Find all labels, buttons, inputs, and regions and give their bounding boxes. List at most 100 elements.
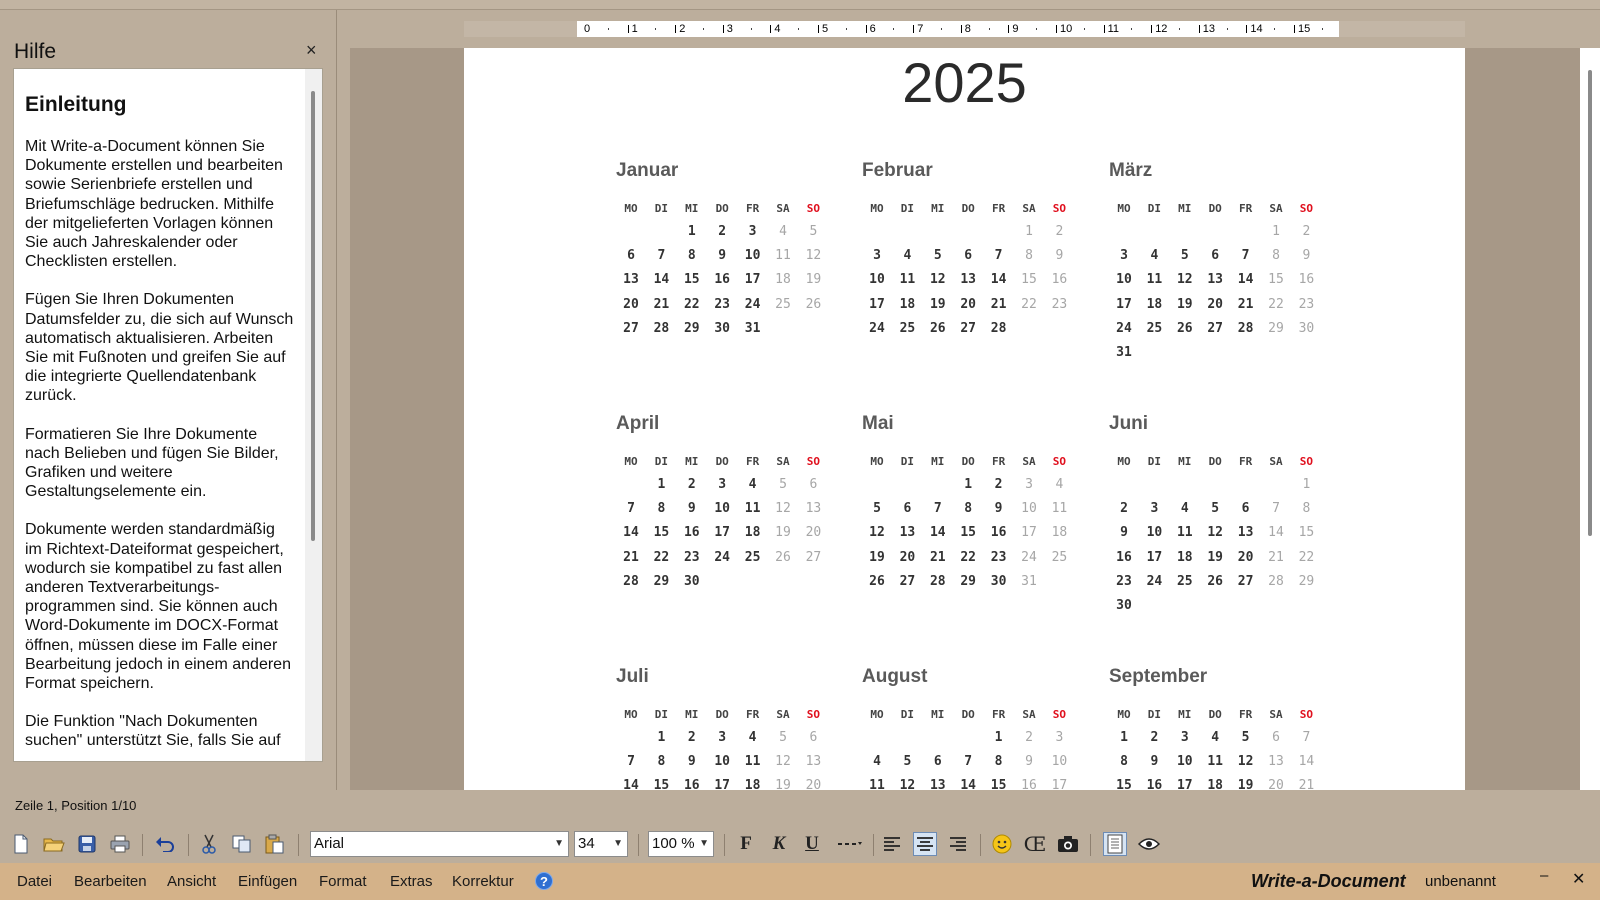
menu-korrektur[interactable]: Korrektur (452, 873, 514, 890)
align-right-icon[interactable] (946, 832, 970, 856)
weekday-label: SO (1299, 202, 1314, 215)
paste-icon[interactable] (263, 832, 287, 856)
help-icon[interactable]: ? (535, 872, 553, 890)
weekday-label: FR (1238, 202, 1253, 215)
menu-format[interactable]: Format (319, 873, 367, 890)
bold-button[interactable]: F (734, 832, 758, 856)
calendar-day: 12 (1237, 754, 1254, 770)
ruler-tick-minor (1179, 28, 1180, 30)
calendar-day: 1 (1120, 730, 1128, 745)
help-scrollbar-thumb[interactable] (311, 91, 315, 541)
weekday-label: MI (685, 455, 699, 468)
calendar-day: 9 (718, 248, 727, 264)
calendar-day: 24 (1116, 320, 1132, 336)
calendar-day: 18 (1207, 778, 1224, 790)
save-icon[interactable] (75, 832, 99, 856)
calendar-day: 26 (869, 573, 885, 589)
menu-datei[interactable]: Datei (17, 873, 52, 890)
panel-divider[interactable] (336, 10, 337, 790)
calendar-day: 28 (990, 320, 1007, 336)
calendar-day: 13 (1207, 272, 1224, 288)
weekday-label: FR (991, 708, 1006, 721)
help-close-button[interactable]: × (306, 40, 317, 61)
menu-einfuegen[interactable]: Einfügen (238, 873, 297, 890)
weekday-label: DO (715, 708, 729, 721)
calendar-day: 27 (805, 549, 822, 565)
calendar-day: 20 (899, 549, 916, 565)
calendar-day: 2 (1302, 224, 1311, 239)
align-left-icon[interactable] (880, 832, 904, 856)
calendar-day: 29 (683, 320, 700, 336)
copy-icon[interactable] (230, 832, 254, 856)
calendar-day: 20 (805, 525, 822, 541)
calendar-day: 29 (960, 573, 977, 589)
document-name: unbenannt (1425, 873, 1496, 890)
menu-extras[interactable]: Extras (390, 873, 433, 890)
open-folder-icon[interactable] (42, 832, 66, 856)
cut-icon[interactable] (197, 832, 221, 856)
help-scrollbar[interactable] (305, 69, 322, 761)
help-panel-header: Hilfe × (0, 32, 336, 66)
calendar-day: 10 (1116, 272, 1132, 288)
special-character-icon[interactable]: Œ (1023, 832, 1047, 856)
ruler-number: 11 (1107, 23, 1120, 35)
calendar-day: 4 (1211, 730, 1220, 745)
align-center-icon[interactable] (913, 832, 937, 856)
calendar-day: 13 (899, 525, 916, 541)
ruler-tick-minor (607, 28, 609, 30)
ruler-number: 10 (1060, 23, 1073, 35)
minimize-button[interactable]: – (1540, 867, 1548, 884)
document-page[interactable]: 2025 Januar MO DI MI DO FR SA SO 1 2 3 4 5 6 7 8 9 10 11 12… (464, 48, 1465, 790)
undo-icon[interactable] (153, 832, 177, 856)
new-document-icon[interactable] (9, 832, 33, 856)
font-family-select[interactable]: Arial ▼ (310, 831, 569, 857)
print-icon[interactable] (108, 832, 132, 856)
calendar-day: 24 (744, 296, 761, 312)
menu-ansicht[interactable]: Ansicht (167, 873, 216, 890)
italic-button[interactable]: K (767, 832, 791, 856)
calendar-day: 18 (899, 296, 916, 312)
emoji-icon[interactable] (990, 832, 1014, 856)
calendar-day: 8 (1025, 248, 1033, 264)
calendar-day: 1 (657, 730, 666, 745)
ruler-number: 8 (964, 23, 971, 35)
calendar-day: 16 (990, 525, 1007, 541)
month-name: Januar (616, 160, 679, 181)
calendar-day: 7 (627, 501, 635, 517)
calendar-day: 3 (1120, 248, 1128, 264)
ruler-tick-minor (1226, 28, 1228, 30)
document-scrollbar[interactable] (1580, 48, 1600, 790)
help-panel: Einleitung Mit Write-a-Document können S… (13, 68, 323, 762)
menu-bearbeiten[interactable]: Bearbeiten (74, 873, 147, 890)
calendar-day: 29 (1268, 320, 1284, 336)
calendar-day: 20 (960, 296, 977, 312)
calendar-day: 11 (775, 248, 791, 264)
calendar-day: 16 (1298, 272, 1315, 288)
horizontal-ruler[interactable]: 0 1 2 3 4 5 6 7 8 9 10 11 12 13 14 15 (464, 21, 1465, 37)
calendar-day: 20 (1268, 778, 1284, 790)
weekday-label: DO (715, 455, 729, 468)
calendar-day: 7 (1272, 501, 1280, 517)
weekday-label: MO (624, 455, 638, 468)
weekday-label: DO (961, 202, 975, 215)
ruler-tick (1056, 25, 1057, 33)
document-scrollbar-thumb[interactable] (1588, 70, 1592, 536)
font-size-select[interactable]: 34 ▼ (574, 831, 628, 857)
calendar-day: 7 (933, 501, 942, 517)
zoom-select[interactable]: 100 % ▼ (648, 831, 714, 857)
page-view-icon[interactable] (1103, 832, 1127, 856)
close-window-button[interactable]: ✕ (1572, 869, 1585, 889)
calendar-day: 12 (1176, 272, 1193, 288)
underline-button[interactable]: U (800, 832, 824, 856)
toolbar-separator (298, 834, 299, 856)
calendar-day: 16 (1146, 778, 1163, 790)
calendar-day: 17 (1116, 296, 1132, 312)
ruler-tick-minor (655, 28, 657, 30)
calendar-day: 2 (1055, 224, 1064, 239)
line-style-icon[interactable] (835, 832, 865, 856)
camera-icon[interactable] (1056, 832, 1080, 856)
calendar-day: 9 (1302, 248, 1311, 264)
calendar-day: 18 (775, 272, 791, 288)
preview-eye-icon[interactable] (1137, 832, 1161, 856)
weekday-label: FR (1238, 455, 1253, 468)
